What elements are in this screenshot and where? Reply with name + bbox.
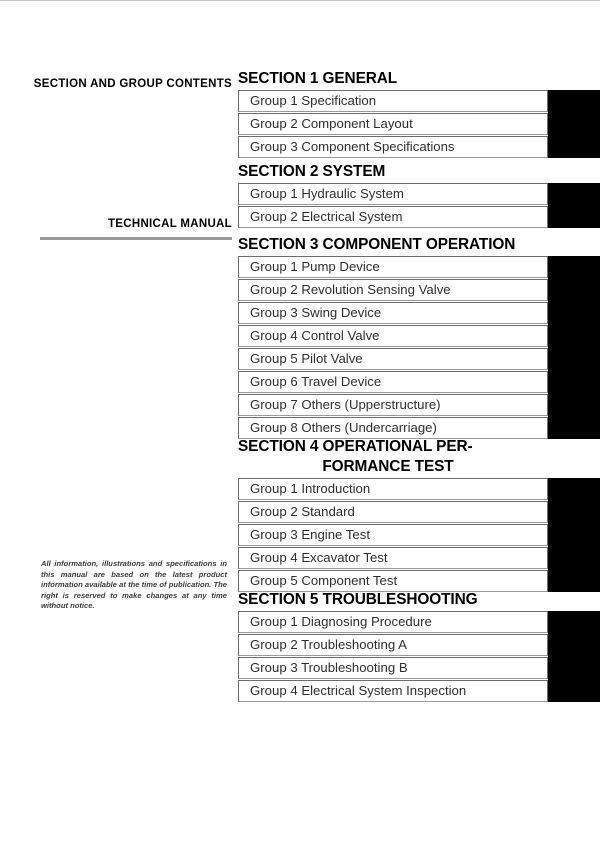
group-row[interactable]: Group 1 Hydraulic System (238, 183, 548, 205)
section-index-tab (548, 256, 600, 439)
group-row[interactable]: Group 3 Component Specifications (238, 136, 548, 158)
section-title-line1: SECTION 1 GENERAL (238, 70, 398, 87)
group-row[interactable]: Group 4 Electrical System Inspection (238, 680, 548, 702)
disclaimer-text: All information, illustrations and speci… (41, 559, 227, 611)
section-and-group-contents-heading: SECTION AND GROUP CONTENTS (33, 78, 232, 90)
technical-manual-heading: TECHNICAL MANUAL (107, 218, 232, 230)
group-row[interactable]: Group 1 Introduction (238, 478, 548, 500)
section-title: SECTION 4 OPERATIONAL PER- FORMANCE TEST (238, 435, 600, 478)
group-label: Group 5 Pilot Valve (250, 351, 363, 366)
group-label: Group 2 Standard (250, 504, 355, 519)
group-label: Group 3 Engine Test (250, 527, 370, 542)
group-row[interactable]: Group 2 Standard (238, 501, 548, 523)
section-index-tab (548, 90, 600, 158)
section-index-tab (548, 478, 600, 592)
group-table: Group 1 Introduction Group 2 Standard Grou… (238, 478, 600, 592)
group-label: Group 1 Hydraulic System (250, 186, 404, 201)
group-row[interactable]: Group 5 Pilot Valve (238, 348, 548, 370)
group-label: Group 5 Component Test (250, 573, 398, 588)
section-title-line1: SECTION 4 OPERATIONAL PER- (238, 438, 473, 455)
group-label: Group 3 Swing Device (250, 305, 382, 320)
group-label: Group 2 Revolution Sensing Valve (250, 282, 451, 297)
group-row[interactable]: Group 4 Excavator Test (238, 547, 548, 569)
group-table: Group 1 Hydraulic System Group 2 Electric… (238, 183, 600, 228)
group-row[interactable]: Group 3 Engine Test (238, 524, 548, 546)
group-row[interactable]: Group 3 Swing Device (238, 302, 548, 324)
section-block: SECTION 1 GENERAL Group 1 Specification Gr… (238, 67, 600, 158)
group-label: Group 2 Troubleshooting A (250, 637, 407, 652)
section-block: SECTION 3 COMPONENT OPERATION Group 1 Pum… (238, 233, 600, 439)
group-row[interactable]: Group 7 Others (Upperstructure) (238, 394, 548, 416)
group-row[interactable]: Group 2 Electrical System (238, 206, 548, 228)
section-index-tab (548, 611, 600, 702)
section-title: SECTION 3 COMPONENT OPERATION (238, 233, 600, 256)
section-block: SECTION 2 SYSTEM Group 1 Hydraulic System… (238, 160, 600, 228)
group-row[interactable]: Group 1 Specification (238, 90, 548, 112)
left-column: SECTION AND GROUP CONTENTS TECHNICAL MAN… (0, 1, 232, 854)
group-label: Group 2 Electrical System (250, 209, 403, 224)
section-block: SECTION 5 TROUBLESHOOTING Group 1 Diagnos… (238, 588, 600, 702)
section-block: SECTION 4 OPERATIONAL PER- FORMANCE TEST G… (238, 435, 600, 592)
section-title-line1: SECTION 2 SYSTEM (238, 163, 386, 180)
group-label: Group 6 Travel Device (250, 374, 382, 389)
section-index-tab (548, 183, 600, 228)
group-label: Group 4 Control Valve (250, 328, 380, 343)
group-row[interactable]: Group 4 Control Valve (238, 325, 548, 347)
group-label: Group 7 Others (Upperstructure) (250, 397, 441, 412)
group-row[interactable]: Group 2 Revolution Sensing Valve (238, 279, 548, 301)
group-row[interactable]: Group 2 Component Layout (238, 113, 548, 135)
group-row[interactable]: Group 6 Travel Device (238, 371, 548, 393)
contents-list: SECTION 1 GENERAL Group 1 Specification Gr… (238, 1, 600, 854)
section-title-line1: SECTION 5 TROUBLESHOOTING (238, 591, 478, 608)
section-title-line2: FORMANCE TEST (322, 458, 454, 475)
group-row[interactable]: Group 2 Troubleshooting A (238, 634, 548, 656)
group-table: Group 1 Diagnosing Procedure Group 2 Trou… (238, 611, 600, 702)
group-label: Group 3 Troubleshooting B (250, 660, 408, 675)
group-label: Group 1 Specification (250, 93, 377, 108)
section-title: SECTION 2 SYSTEM (238, 160, 600, 183)
group-label: Group 1 Introduction (250, 481, 371, 496)
group-label: Group 4 Excavator Test (250, 550, 388, 565)
group-label: Group 4 Electrical System Inspection (250, 683, 467, 698)
group-label: Group 1 Pump Device (250, 259, 380, 274)
group-row[interactable]: Group 1 Pump Device (238, 256, 548, 278)
group-label: Group 2 Component Layout (250, 116, 413, 131)
group-table: Group 1 Pump Device Group 2 Revolution Se… (238, 256, 600, 439)
group-row[interactable]: Group 8 Others (Undercarriage) (238, 417, 548, 439)
group-row[interactable]: Group 3 Troubleshooting B (238, 657, 548, 679)
document-page: SECTION AND GROUP CONTENTS TECHNICAL MAN… (0, 0, 600, 853)
section-title-line1: SECTION 3 COMPONENT OPERATION (238, 236, 516, 253)
group-table: Group 1 Specification Group 2 Component L… (238, 90, 600, 158)
group-row[interactable]: Group 1 Diagnosing Procedure (238, 611, 548, 633)
group-label: Group 3 Component Specifications (250, 139, 455, 154)
technical-manual-divider (40, 237, 232, 240)
section-title: SECTION 1 GENERAL (238, 67, 600, 90)
group-label: Group 1 Diagnosing Procedure (250, 614, 432, 629)
group-row[interactable]: Group 5 Component Test (238, 570, 548, 592)
group-label: Group 8 Others (Undercarriage) (250, 420, 437, 435)
